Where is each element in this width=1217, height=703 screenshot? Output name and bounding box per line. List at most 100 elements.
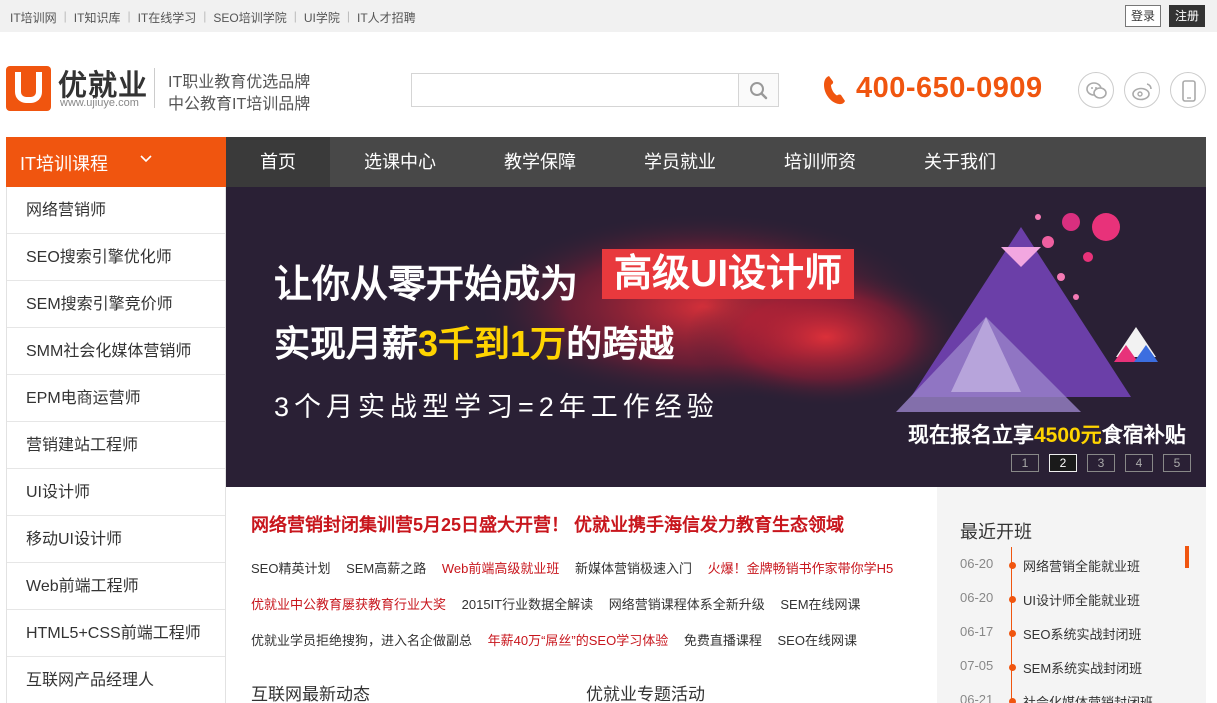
wechat-icon: [1086, 82, 1107, 99]
class-name: UI设计师全能就业班: [1023, 593, 1141, 608]
top-bar: IT培训网 | IT知识库 | IT在线学习 | SEO培训学院 | UI学院 | IT人…: [0, 0, 1217, 32]
class-date: 06-20: [960, 590, 994, 605]
mobile-icon: [1182, 80, 1196, 102]
class-item[interactable]: 06-17 SEO系统实战封闭班: [960, 624, 1141, 642]
scrollbar[interactable]: [1185, 546, 1189, 568]
sidebar-item[interactable]: SMM社会化媒体营销师: [7, 328, 225, 375]
class-date: 06-21: [960, 692, 994, 703]
recent-classes-title: 最近开班: [960, 522, 1032, 542]
class-item[interactable]: 06-20 网络营销全能就业班: [960, 556, 1140, 574]
search-input[interactable]: [412, 74, 738, 106]
sidebar-item[interactable]: 营销建站工程师: [7, 422, 225, 469]
top-link-online-learning[interactable]: IT在线学习: [138, 9, 197, 26]
news-link[interactable]: 新媒体营销极速入门: [575, 561, 692, 576]
divider: |: [346, 9, 350, 23]
news-link[interactable]: SEO在线网课: [777, 633, 856, 648]
top-link-knowledge[interactable]: IT知识库: [74, 9, 121, 26]
banner-headline: 让你从零开始成为: [274, 264, 579, 306]
mobile-button[interactable]: [1170, 72, 1206, 108]
class-item[interactable]: 06-20 UI设计师全能就业班: [960, 590, 1140, 608]
divider: |: [293, 9, 297, 23]
banner-tag: 高级UI设计师: [602, 249, 855, 299]
search-box: [411, 73, 779, 107]
nav-teachers[interactable]: 培训师资: [750, 137, 890, 187]
slide-dot[interactable]: 4: [1125, 454, 1153, 472]
news-link[interactable]: 2015IT行业数据全解读: [462, 597, 593, 612]
hotline-number: 400-650-0909: [856, 72, 1043, 104]
sidebar-item[interactable]: Web前端工程师: [7, 563, 225, 610]
slide-dot[interactable]: 5: [1163, 454, 1191, 472]
bullet-icon: [1009, 596, 1016, 603]
slogan-line-2: 中公教育IT培训品牌: [168, 96, 311, 113]
divider: |: [63, 9, 67, 23]
banner-promo-b: 食宿补贴: [1101, 424, 1186, 447]
register-button[interactable]: 注册: [1169, 5, 1205, 27]
wechat-button[interactable]: [1078, 72, 1114, 108]
main-nav: 首页 选课中心 教学保障 学员就业 培训师资 关于我们: [226, 137, 1206, 187]
news-link[interactable]: SEM高薪之路: [346, 561, 426, 576]
top-links: IT培训网 | IT知识库 | IT在线学习 | SEO培训学院 | UI学院 | IT人…: [10, 9, 416, 26]
sidebar-item[interactable]: 移动UI设计师: [7, 516, 225, 563]
sidebar-item[interactable]: SEO搜索引擎优化师: [7, 234, 225, 281]
logo-url: www.ujiuye.com: [60, 97, 139, 109]
nav-teaching-guarantee[interactable]: 教学保障: [470, 137, 610, 187]
news-link[interactable]: Web前端高级就业班: [442, 561, 560, 576]
bullet-icon: [1009, 630, 1016, 637]
search-button[interactable]: [738, 74, 778, 106]
sidebar-item[interactable]: HTML5+CSS前端工程师: [7, 610, 225, 657]
news-row: SEO精英计划 SEM高薪之路 Web前端高级就业班 新媒体营销极速入门 火爆！…: [251, 558, 905, 577]
banner-salary-highlight: 3千到1万: [418, 323, 567, 364]
news-link[interactable]: SEO精英计划: [251, 561, 330, 576]
news-link[interactable]: 火爆！金牌畅销书作家带你学H5: [708, 561, 894, 576]
news-link[interactable]: 优就业学员拒绝搜狗，进入名企做副总: [251, 633, 472, 648]
course-category-menu[interactable]: IT培训课程: [6, 137, 226, 187]
divider: |: [203, 9, 207, 23]
weibo-button[interactable]: [1124, 72, 1160, 108]
course-category-label: IT培训课程: [20, 154, 108, 174]
class-name: SEM系统实战封闭班: [1023, 661, 1143, 676]
sidebar-item[interactable]: UI设计师: [7, 469, 225, 516]
login-button[interactable]: 登录: [1125, 5, 1161, 27]
sidebar-item[interactable]: 互联网产品经理人: [7, 657, 225, 703]
class-name: SEO系统实战封闭班: [1023, 627, 1142, 642]
banner-subline: 实现月薪3千到1万的跨越: [274, 315, 674, 367]
slide-dot-active[interactable]: 2: [1049, 454, 1077, 472]
nav-home[interactable]: 首页: [226, 137, 330, 187]
banner-promo: 现在报名立享4500元食宿补贴: [908, 419, 1186, 449]
auth-buttons: 登录 注册: [1125, 5, 1205, 27]
news-link[interactable]: 免费直播课程: [684, 633, 762, 648]
nav-about-us[interactable]: 关于我们: [890, 137, 1030, 187]
nav-student-employment[interactable]: 学员就业: [610, 137, 750, 187]
sidebar-item[interactable]: SEM搜索引擎竞价师: [7, 281, 225, 328]
top-link-it-training[interactable]: IT培训网: [10, 9, 57, 26]
news-link[interactable]: 网络营销课程体系全新升级: [609, 597, 765, 612]
bullet-icon: [1009, 562, 1016, 569]
hero-banner[interactable]: 让你从零开始成为 高级UI设计师 实现月薪3千到1万的跨越 3个月实战型学习=2…: [226, 187, 1206, 487]
class-date: 06-20: [960, 556, 994, 571]
class-item[interactable]: 07-05 SEM系统实战封闭班: [960, 658, 1142, 676]
bullet-icon: [1009, 698, 1016, 703]
divider: [154, 68, 155, 108]
news-link[interactable]: SEM在线网课: [780, 597, 860, 612]
news-headline[interactable]: 网络营销封闭集训营5月25日盛大开营！ 优就业携手海信发力教育生态领域: [251, 511, 844, 537]
class-name: 社会化媒体营销封闭班: [1023, 695, 1154, 703]
bullet-icon: [1009, 664, 1016, 671]
course-sidebar: 网络营销师 SEO搜索引擎优化师 SEM搜索引擎竞价师 SMM社会化媒体营销师 …: [6, 187, 226, 703]
top-link-ui-academy[interactable]: UI学院: [304, 9, 340, 26]
slogan-line-1: IT职业教育优选品牌: [168, 74, 311, 91]
class-date: 07-05: [960, 658, 994, 673]
news-link[interactable]: 优就业中公教育屡获教育行业大奖: [251, 597, 446, 612]
sidebar-item[interactable]: EPM电商运营师: [7, 375, 225, 422]
logo-icon[interactable]: [6, 66, 51, 111]
slide-pagination: 1 2 3 4 5: [1011, 454, 1191, 472]
slide-dot[interactable]: 3: [1087, 454, 1115, 472]
class-date: 06-17: [960, 624, 994, 639]
sidebar-item[interactable]: 网络营销师: [7, 187, 225, 234]
top-link-seo-academy[interactable]: SEO培训学院: [213, 9, 286, 26]
class-item[interactable]: 06-21 社会化媒体营销封闭班: [960, 692, 1153, 703]
news-link[interactable]: 年薪40万“屌丝”的SEO学习体验: [488, 633, 669, 648]
class-name: 网络营销全能就业班: [1023, 559, 1141, 574]
top-link-jobs[interactable]: IT人才招聘: [357, 9, 416, 26]
nav-course-center[interactable]: 选课中心: [330, 137, 470, 187]
slide-dot[interactable]: 1: [1011, 454, 1039, 472]
